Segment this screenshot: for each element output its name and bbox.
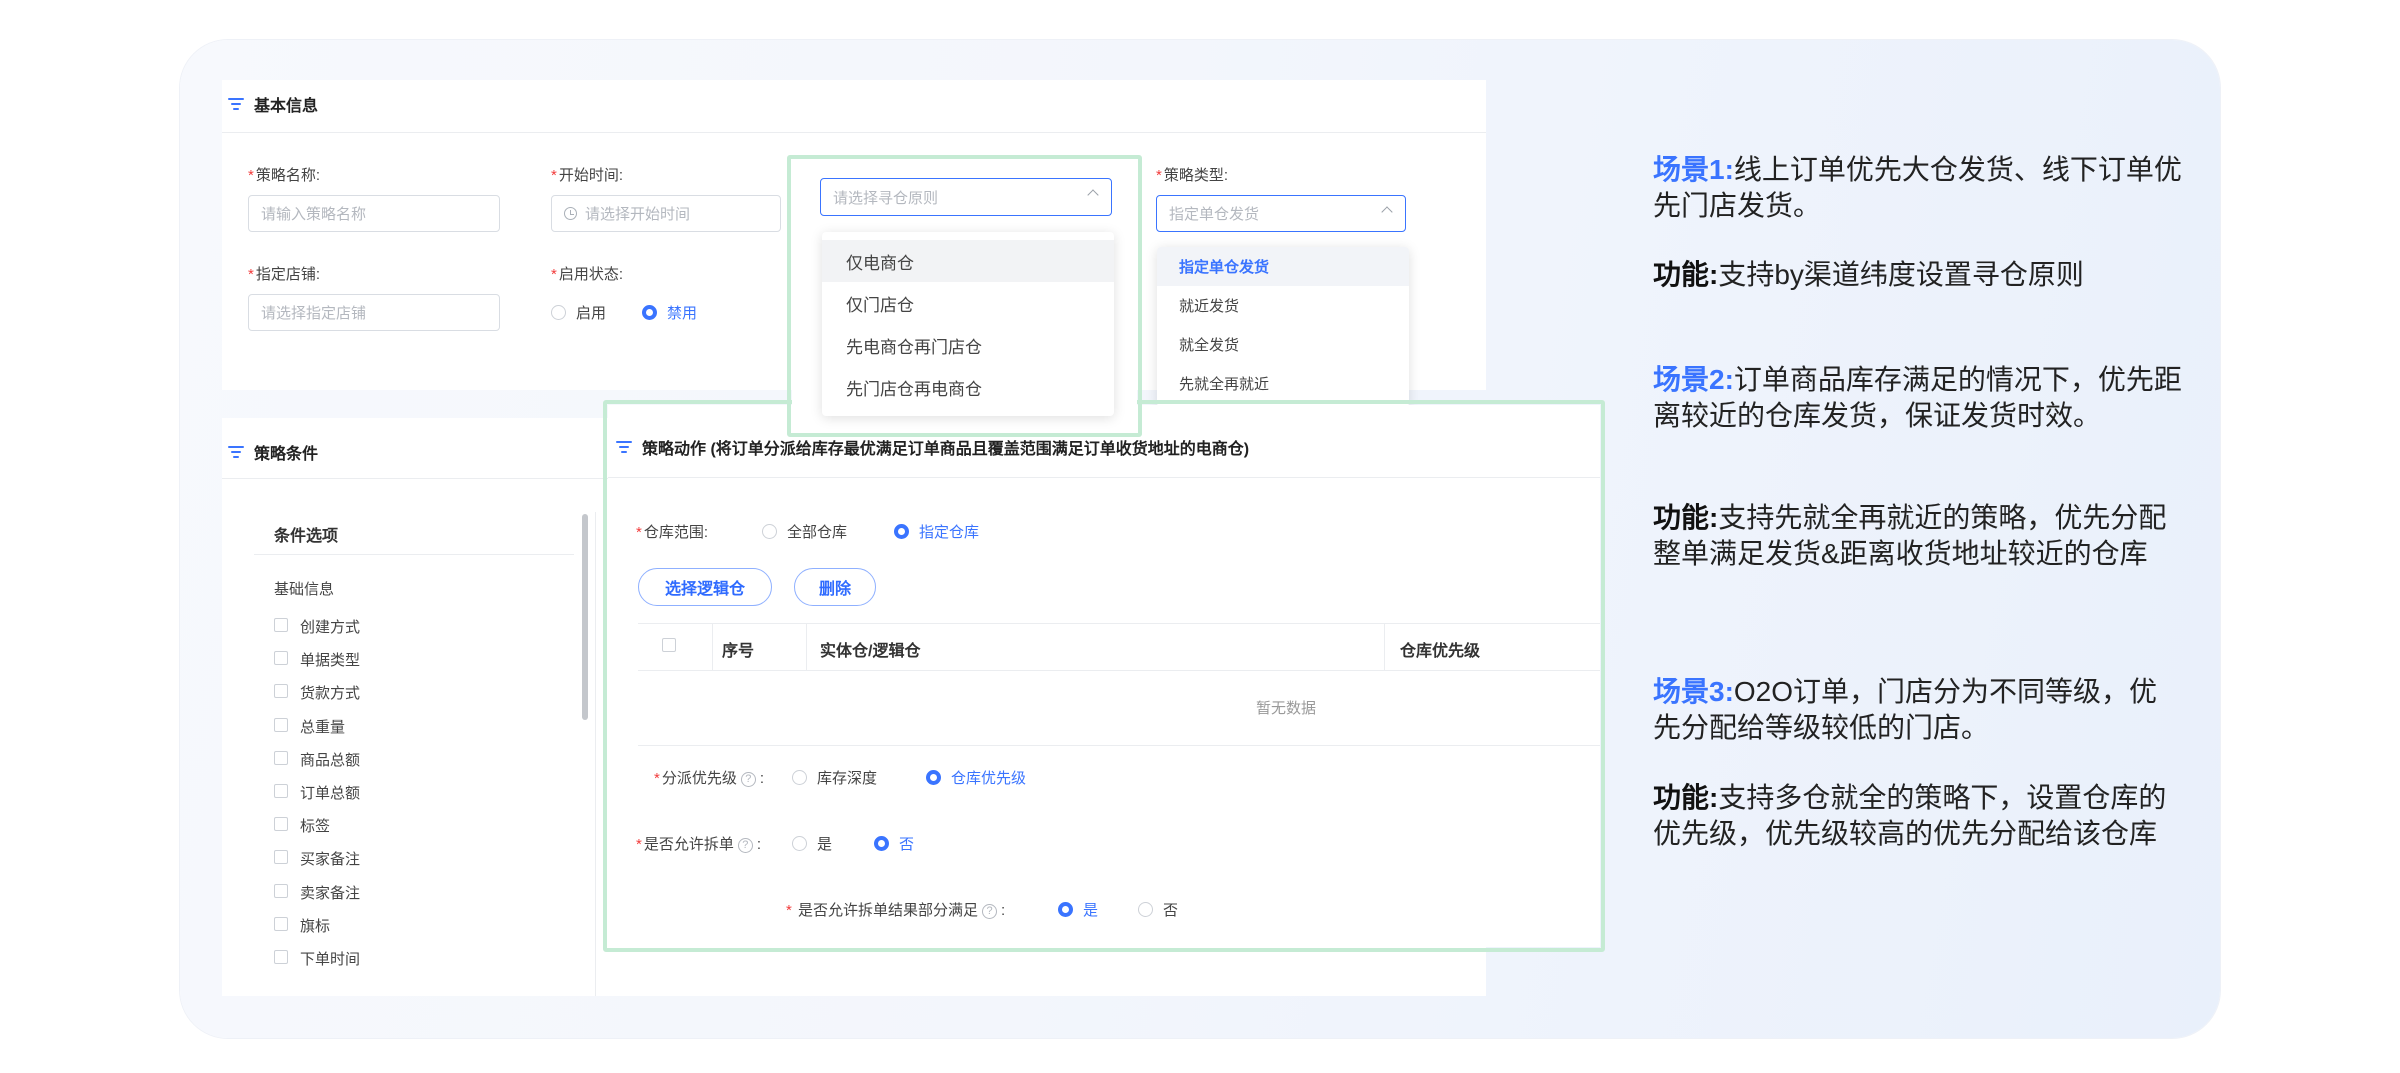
scenario-3: 场景3:O2O订单，门店分为不同等级，优先分配给等级较低的门店。 (1653, 676, 2158, 743)
function-2: 功能:支持先就全再就近的策略，优先分配整单满足发货&距离收货地址较近的仓库 (1653, 502, 2167, 569)
strategy-type-label: * 策略类型: (1156, 167, 1229, 184)
condition-item-label: 订单总额 (300, 785, 361, 802)
condition-item-label: 买家备注 (300, 851, 361, 869)
function-3: 功能:支持多仓就全的策略下，设置仓库的优先级，优先级较高的优先分配给该仓库 (1653, 782, 2167, 849)
strategy-type-select[interactable]: 指定单仓发货 (1156, 195, 1406, 232)
condition-checkbox[interactable] (274, 618, 288, 632)
start-time-label: * 开始时间: (551, 167, 624, 184)
condition-item-label: 创建方式 (300, 619, 361, 636)
start-time-input[interactable]: 请选择开始时间 (551, 195, 781, 232)
condition-checkbox[interactable] (274, 784, 288, 798)
scenario-2: 场景2:订单商品库存满足的情况下，优先距离较近的仓库发货，保证发货时效。 (1653, 364, 2182, 431)
condition-checkbox[interactable] (274, 684, 288, 699)
basic-info-title: 基本信息 (228, 92, 318, 116)
scenario-1: 场景1:线上订单优先大仓发货、线下订单优先门店发货。 (1653, 154, 2182, 221)
condition-item-label: 下单时间 (300, 951, 361, 968)
condition-checkbox[interactable] (274, 950, 288, 964)
condition-checkbox[interactable] (274, 883, 288, 898)
condition-checkbox[interactable] (274, 651, 288, 666)
condition-checkbox[interactable] (274, 750, 288, 765)
type-option[interactable]: 就近发货 (1157, 286, 1409, 325)
condition-checkbox[interactable] (274, 717, 288, 732)
divider (595, 512, 596, 996)
condition-item-label: 单据类型 (300, 652, 361, 670)
condition-item-label: 旗标 (300, 917, 331, 935)
highlight-frame (787, 155, 1142, 437)
condition-item-label: 货款方式 (300, 685, 361, 703)
strategy-type-dropdown: 指定单仓发货 就近发货 就全发货 先就全再就近 (1157, 247, 1409, 407)
clock-icon (564, 207, 577, 220)
strategy-name-input[interactable]: 请输入策略名称 (248, 195, 500, 232)
filter-icon (228, 445, 244, 459)
conditions-group: 基础信息 (274, 581, 335, 598)
condition-item-label: 总重量 (300, 718, 346, 736)
scrollbar[interactable] (582, 514, 588, 720)
type-option[interactable]: 就全发货 (1157, 325, 1409, 364)
condition-item-label: 卖家备注 (300, 884, 361, 902)
condition-checkbox[interactable] (274, 850, 288, 865)
divider (222, 132, 1486, 133)
store-label: * 指定店铺: (248, 266, 321, 283)
condition-item-label: 标签 (300, 818, 331, 836)
function-1: 功能:支持by渠道纬度设置寻仓原则 (1653, 259, 2084, 290)
condition-checkbox[interactable] (274, 817, 288, 832)
condition-checkbox[interactable] (274, 916, 288, 931)
divider (254, 554, 574, 555)
highlight-frame (603, 400, 1605, 952)
status-disable-radio[interactable]: 禁用 (642, 302, 697, 323)
store-select[interactable]: 请选择指定店铺 (248, 294, 500, 331)
condition-item-label: 商品总额 (300, 751, 361, 769)
status-label: * 启用状态: (551, 266, 624, 283)
type-option[interactable]: 先就全再就近 (1157, 364, 1409, 403)
conditions-header: 条件选项 (274, 528, 339, 545)
type-option[interactable]: 指定单仓发货 (1157, 247, 1409, 286)
conditions-title: 策略条件 (228, 440, 318, 464)
chevron-up-icon (1381, 206, 1393, 218)
strategy-name-label: * 策略名称: (248, 167, 321, 184)
status-enable-radio[interactable]: 启用 (551, 302, 606, 323)
filter-icon (228, 97, 244, 111)
